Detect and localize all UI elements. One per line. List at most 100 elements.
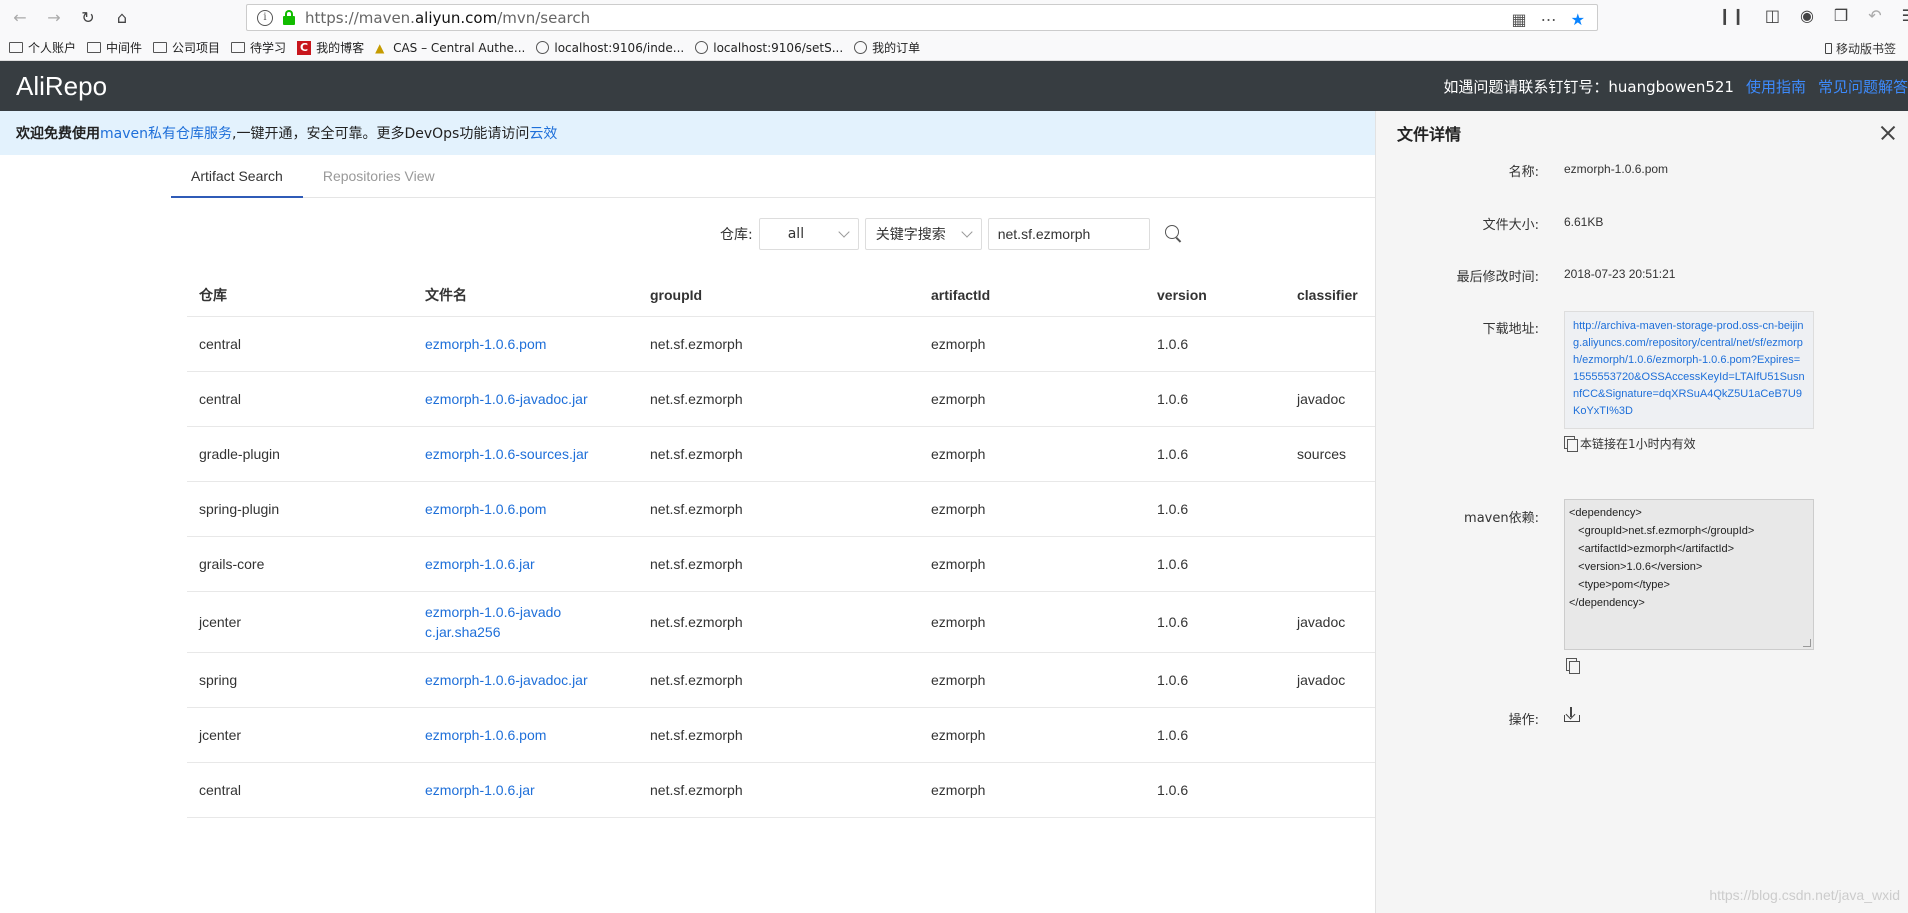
file-link[interactable]: ezmorph-1.0.6-javadoc.jar — [425, 672, 588, 688]
bookmark-item[interactable]: 我的订单 — [854, 39, 920, 56]
back-icon[interactable]: ← — [6, 4, 34, 32]
repo-label: 仓库: — [720, 227, 753, 243]
table-cell: javadoc — [1285, 652, 1375, 708]
file-link[interactable]: ezmorph-1.0.6-sources.jar — [425, 446, 588, 462]
home-icon[interactable]: ⌂ — [108, 4, 136, 32]
table-cell: sources — [1285, 426, 1375, 482]
menu-icon[interactable]: ☰ — [1902, 6, 1908, 25]
globe-icon — [695, 41, 709, 54]
bookmark-item[interactable]: localhost:9106/inde... — [536, 41, 684, 55]
bookmark-item[interactable]: 公司项目 — [153, 39, 220, 56]
maven-label: maven依赖: — [1464, 511, 1539, 526]
download-icon[interactable] — [1564, 707, 1580, 723]
table-cell: net.sf.ezmorph — [638, 371, 919, 427]
copy-icon[interactable] — [1564, 436, 1578, 452]
table-row[interactable]: jcenter ezmorph-1.0.6-javadoc.jar.sha256 n… — [187, 591, 1375, 653]
tab-artifact-search[interactable]: Artifact Search — [171, 155, 303, 198]
info-icon[interactable]: i — [257, 9, 273, 26]
table-row[interactable]: gradle-plugin ezmorph-1.0.6-sources.jar ne… — [187, 426, 1375, 482]
table-cell — [1285, 481, 1375, 537]
file-link[interactable]: ezmorph-1.0.6.pom — [425, 336, 546, 352]
repo-select[interactable]: all — [758, 218, 859, 250]
file-link[interactable]: ezmorph-1.0.6-javadoc.jar — [425, 391, 588, 407]
file-link[interactable]: ezmorph-1.0.6.pom — [425, 727, 546, 743]
folder-icon — [87, 42, 102, 53]
resize-handle-icon[interactable] — [1803, 639, 1811, 647]
chevron-down-icon — [961, 226, 973, 238]
globe-icon — [536, 41, 550, 54]
logo[interactable]: AliRepo — [16, 71, 107, 102]
table-cell: net.sf.ezmorph — [638, 536, 919, 592]
table-row[interactable]: central ezmorph-1.0.6-javadoc.jar net.sf.e… — [187, 371, 1375, 427]
download-url[interactable]: http://archiva-maven-storage-prod.oss-cn… — [1564, 311, 1814, 429]
table-row[interactable]: jcenter ezmorph-1.0.6.pom net.sf.ezmorph ez… — [187, 707, 1375, 763]
table-cell: ezmorph — [919, 591, 1145, 653]
bookmark-item[interactable]: ▲ CAS – Central Authe... — [375, 41, 525, 55]
bookmark-item[interactable]: 个人账户 — [9, 39, 76, 56]
url-text[interactable]: https://maven.aliyun.com/mvn/search — [305, 9, 590, 27]
mobile-bookmarks[interactable]: 移动版书签 — [1824, 40, 1896, 57]
column-header: artifactId — [919, 274, 1145, 317]
faq-link[interactable]: 常见问题解答 — [1818, 76, 1908, 97]
table-cell — [1285, 536, 1375, 592]
size-value: 6.61KB — [1564, 215, 1604, 229]
app-header: AliRepo 如遇问题请联系钉钉号：huangbowen521 使用指南 常见… — [0, 61, 1908, 111]
table-row[interactable]: central ezmorph-1.0.6.jar net.sf.ezmorph ez… — [187, 762, 1375, 818]
file-link[interactable]: ezmorph-1.0.6.jar — [425, 556, 535, 572]
table-cell: spring-plugin — [187, 481, 413, 537]
file-link[interactable]: ezmorph-1.0.6.jar — [425, 782, 535, 798]
table-row[interactable]: spring ezmorph-1.0.6-javadoc.jar net.sf.ez… — [187, 652, 1375, 708]
table-row[interactable]: spring-plugin ezmorph-1.0.6.pom net.sf.ezm… — [187, 481, 1375, 537]
table-cell: net.sf.ezmorph — [638, 762, 919, 818]
page-actions-icon[interactable]: ⋯ — [1541, 10, 1557, 29]
chat-icon[interactable]: ◉ — [1800, 6, 1814, 25]
bookmark-item[interactable]: localhost:9106/setS... — [695, 41, 843, 55]
table-cell — [1285, 707, 1375, 763]
file-link[interactable]: ezmorph-1.0.6.pom — [425, 501, 546, 517]
bookmark-item[interactable]: 待学习 — [231, 39, 286, 56]
tab-repositories-view[interactable]: Repositories View — [303, 155, 455, 198]
table-cell: ezmorph — [919, 652, 1145, 708]
table-cell: ezmorph-1.0.6.jar — [413, 762, 638, 818]
search-mode-select[interactable]: 关键字搜索 — [864, 218, 982, 250]
table-cell: ezmorph-1.0.6.pom — [413, 707, 638, 763]
search-icon[interactable] — [1164, 224, 1184, 244]
maven-dependency-textarea[interactable]: <dependency> <groupId>net.sf.ezmorph</gr… — [1564, 499, 1814, 650]
bookmark-item[interactable]: C 我的博客 — [297, 39, 364, 56]
table-cell: jcenter — [187, 707, 413, 763]
screenshot-icon[interactable]: ❒ — [1834, 6, 1848, 25]
table-cell: 1.0.6 — [1145, 536, 1285, 592]
globe-icon — [854, 41, 868, 54]
reload-icon[interactable]: ↻ — [74, 4, 102, 32]
copy-icon[interactable] — [1566, 658, 1580, 674]
name-label: 名称: — [1508, 165, 1539, 180]
url-bar[interactable]: i https://maven.aliyun.com/mvn/search ▦ … — [246, 4, 1598, 31]
forward-icon[interactable]: → — [40, 4, 68, 32]
close-icon[interactable] — [1880, 125, 1896, 141]
sidebar-icon[interactable]: ◫ — [1765, 6, 1780, 25]
search-input[interactable] — [987, 218, 1150, 250]
table-cell: 1.0.6 — [1145, 371, 1285, 427]
table-row[interactable]: central ezmorph-1.0.6.pom net.sf.ezmorph ez… — [187, 316, 1375, 372]
table-cell: central — [187, 762, 413, 818]
valid-note: 本链接在1小时内有效 — [1564, 435, 1696, 452]
library-icon[interactable]: ❙❙ — [1718, 6, 1745, 25]
table-cell: ezmorph-1.0.6-javadoc.jar — [413, 652, 638, 708]
banner-prefix: 欢迎免费使用 — [16, 126, 100, 142]
column-header: 仓库 — [187, 274, 413, 317]
bookmark-item[interactable]: 中间件 — [87, 39, 142, 56]
table-cell: 1.0.6 — [1145, 591, 1285, 653]
banner-link-maven[interactable]: maven私有仓库服务 — [100, 123, 232, 143]
table-cell: ezmorph — [919, 481, 1145, 537]
bookmark-star-icon[interactable]: ★ — [1571, 10, 1585, 29]
undo-icon[interactable]: ↶ — [1868, 6, 1881, 25]
folder-icon — [9, 42, 23, 53]
qr-code-icon[interactable]: ▦ — [1512, 10, 1527, 29]
table-row[interactable]: grails-core ezmorph-1.0.6.jar net.sf.ezmor… — [187, 536, 1375, 592]
modified-label: 最后修改时间: — [1456, 270, 1539, 285]
table-cell: net.sf.ezmorph — [638, 426, 919, 482]
file-link[interactable]: ezmorph-1.0.6-javadoc.jar.sha256 — [425, 602, 565, 642]
guide-link[interactable]: 使用指南 — [1746, 76, 1806, 97]
banner-link-yunxiao[interactable]: 云效 — [529, 123, 557, 143]
table-cell: spring — [187, 652, 413, 708]
